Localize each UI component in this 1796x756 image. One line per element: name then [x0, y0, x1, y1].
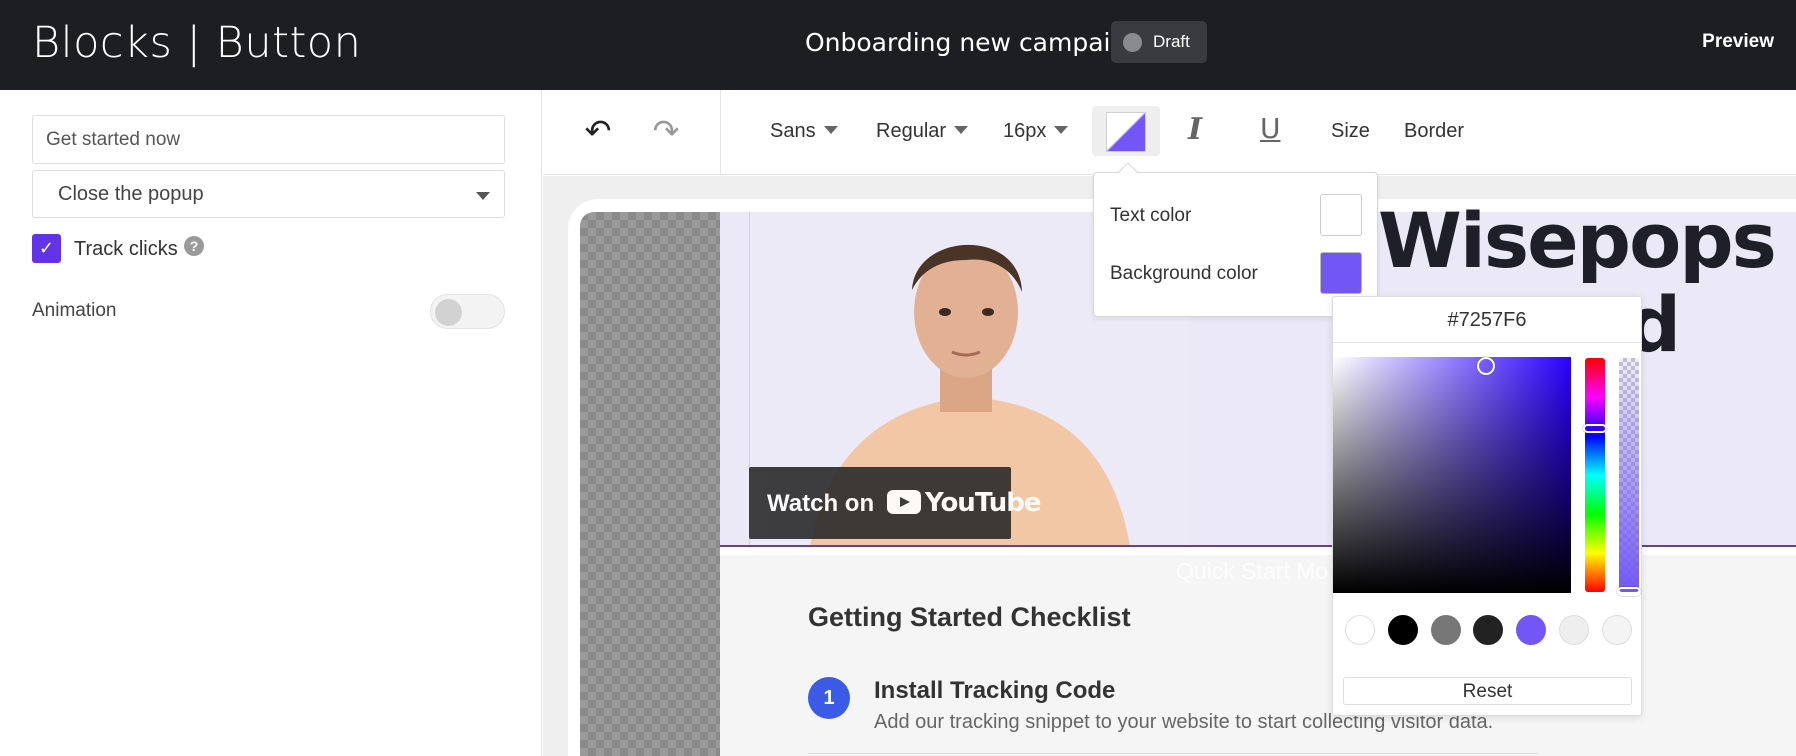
chevron-down-icon — [823, 126, 838, 134]
preset-swatch-light-gray[interactable] — [1559, 615, 1589, 645]
size-button[interactable]: Size — [1331, 120, 1370, 143]
italic-icon[interactable]: I — [1188, 112, 1202, 147]
watch-label: Watch on — [767, 490, 875, 517]
border-button[interactable]: Border — [1404, 120, 1464, 143]
chevron-down-icon — [476, 192, 490, 200]
preset-swatch-off-white[interactable] — [1602, 615, 1632, 645]
preset-swatch-black[interactable] — [1388, 615, 1418, 645]
preset-swatch-dark[interactable] — [1473, 615, 1503, 645]
watch-on-youtube-button[interactable]: Watch on YouTube — [749, 467, 1041, 539]
format-toolbar — [543, 90, 1796, 175]
step-divider — [808, 753, 1538, 754]
settings-panel: Close the popup ✓ Track clicks ? Animati… — [0, 90, 542, 756]
font-size-value: 16px — [1003, 120, 1047, 142]
animation-label: Animation — [32, 300, 117, 321]
track-clicks-checkbox[interactable]: ✓ — [32, 234, 61, 263]
alpha-handle[interactable] — [1617, 587, 1641, 596]
help-icon[interactable]: ? — [184, 236, 204, 256]
overlay-text: Quick Start Mo — [1176, 558, 1329, 584]
hue-slider[interactable] — [1585, 358, 1605, 592]
button-text-input[interactable] — [32, 115, 505, 164]
step-title: Install Tracking Code — [874, 677, 1116, 704]
animation-toggle[interactable] — [430, 294, 505, 329]
status-badge: Draft — [1111, 21, 1207, 63]
redo-icon[interactable]: ↷ — [646, 114, 686, 148]
checklist-title: Getting Started Checklist — [808, 602, 1131, 632]
background-color-swatch[interactable] — [1320, 252, 1362, 294]
chevron-down-icon — [954, 126, 969, 134]
youtube-brand: YouTube — [925, 488, 1041, 518]
preset-swatch-purple[interactable] — [1516, 615, 1546, 645]
preset-swatch-gray[interactable] — [1431, 615, 1461, 645]
track-clicks-label: Track clicks — [74, 238, 178, 260]
status-dot-icon — [1123, 33, 1142, 52]
font-size-dropdown[interactable]: 16px — [1003, 120, 1069, 143]
saturation-cursor[interactable] — [1477, 357, 1495, 375]
color-swatch-icon — [1106, 112, 1146, 152]
step-number-badge: 1 — [808, 677, 850, 719]
popup-heading-line1: Wisepops — [1378, 196, 1777, 285]
reset-button[interactable]: Reset — [1343, 677, 1632, 705]
preview-button[interactable]: Preview — [1702, 31, 1774, 53]
font-family-dropdown[interactable]: Sans — [770, 120, 838, 143]
app-title: Blocks | Button — [32, 18, 362, 68]
hex-input[interactable]: #7257F6 — [1333, 297, 1641, 343]
color-button[interactable] — [1092, 106, 1160, 156]
underline-icon[interactable]: U — [1260, 112, 1281, 145]
undo-icon[interactable]: ↶ — [578, 114, 618, 148]
text-color-label: Text color — [1110, 205, 1192, 226]
campaign-name[interactable]: Onboarding new campaign — [805, 28, 1142, 57]
action-select[interactable]: Close the popup — [32, 170, 505, 218]
transparent-area — [580, 212, 720, 756]
toolbar-divider — [720, 90, 721, 175]
text-color-swatch[interactable] — [1320, 194, 1362, 236]
chevron-down-icon — [1054, 126, 1069, 134]
font-weight-dropdown[interactable]: Regular — [876, 120, 969, 143]
preset-swatch-white[interactable] — [1345, 615, 1375, 645]
background-color-label: Background color — [1110, 263, 1258, 284]
status-label: Draft — [1153, 32, 1190, 51]
saturation-area[interactable] — [1333, 357, 1571, 593]
action-select-value: Close the popup — [58, 183, 204, 205]
font-family-value: Sans — [770, 120, 816, 142]
youtube-play-icon — [887, 490, 921, 514]
alpha-slider[interactable] — [1619, 358, 1639, 592]
hue-handle[interactable] — [1583, 424, 1607, 433]
toggle-knob — [435, 299, 462, 326]
font-weight-value: Regular — [876, 120, 947, 142]
